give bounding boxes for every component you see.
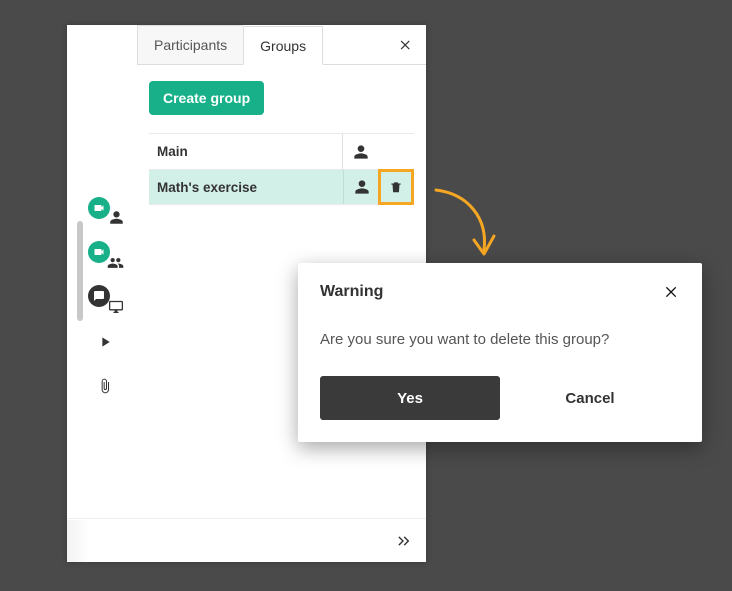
play-icon [97,334,113,350]
group-row-math[interactable]: Math's exercise [149,169,414,205]
group-row-main[interactable]: Main [149,133,414,169]
create-group-button[interactable]: Create group [149,81,264,115]
camera-icon [88,197,110,219]
panel-footer [67,518,426,562]
modal-message: Are you sure you want to delete this gro… [320,331,680,348]
modal-title: Warning [320,283,383,301]
tab-participants[interactable]: Participants [137,25,243,64]
paperclip-icon [97,377,113,395]
chat-icon [88,285,110,307]
assign-member-button[interactable] [343,170,379,204]
delete-group-button[interactable] [378,169,414,205]
person-icon [353,144,369,160]
play-item[interactable] [81,327,129,357]
side-stack [67,195,137,401]
person-icon [354,179,370,195]
chevron-double-right-icon [394,533,414,549]
confirm-yes-button[interactable]: Yes [320,376,500,420]
close-icon [664,284,680,300]
modal-actions: Yes Cancel [320,376,680,420]
close-icon [399,38,413,52]
camera-group-item[interactable] [81,239,129,269]
tabs-row: Participants Groups [137,25,426,65]
cancel-button[interactable]: Cancel [500,376,680,420]
monitor-icon [108,299,124,313]
person-icon [109,210,124,225]
group-icon [107,254,124,269]
trash-icon [389,179,403,195]
attachment-item[interactable] [81,371,129,401]
side-toolbar [67,25,137,518]
camera-person-item[interactable] [81,195,129,225]
chat-screen-item[interactable] [81,283,129,313]
tab-groups[interactable]: Groups [243,26,323,65]
groups-content: Create group Main Math's exercise [137,65,426,205]
group-list: Main Math's exercise [149,133,414,205]
warning-modal: Warning Are you sure you want to delete … [298,263,702,442]
modal-header: Warning [320,283,680,301]
close-panel-button[interactable] [386,25,426,64]
assign-member-button[interactable] [342,134,378,169]
group-name: Math's exercise [149,180,343,195]
modal-close-button[interactable] [664,284,680,300]
group-name: Main [149,144,342,159]
collapse-panel-button[interactable] [394,533,414,549]
annotation-arrow [428,184,506,264]
